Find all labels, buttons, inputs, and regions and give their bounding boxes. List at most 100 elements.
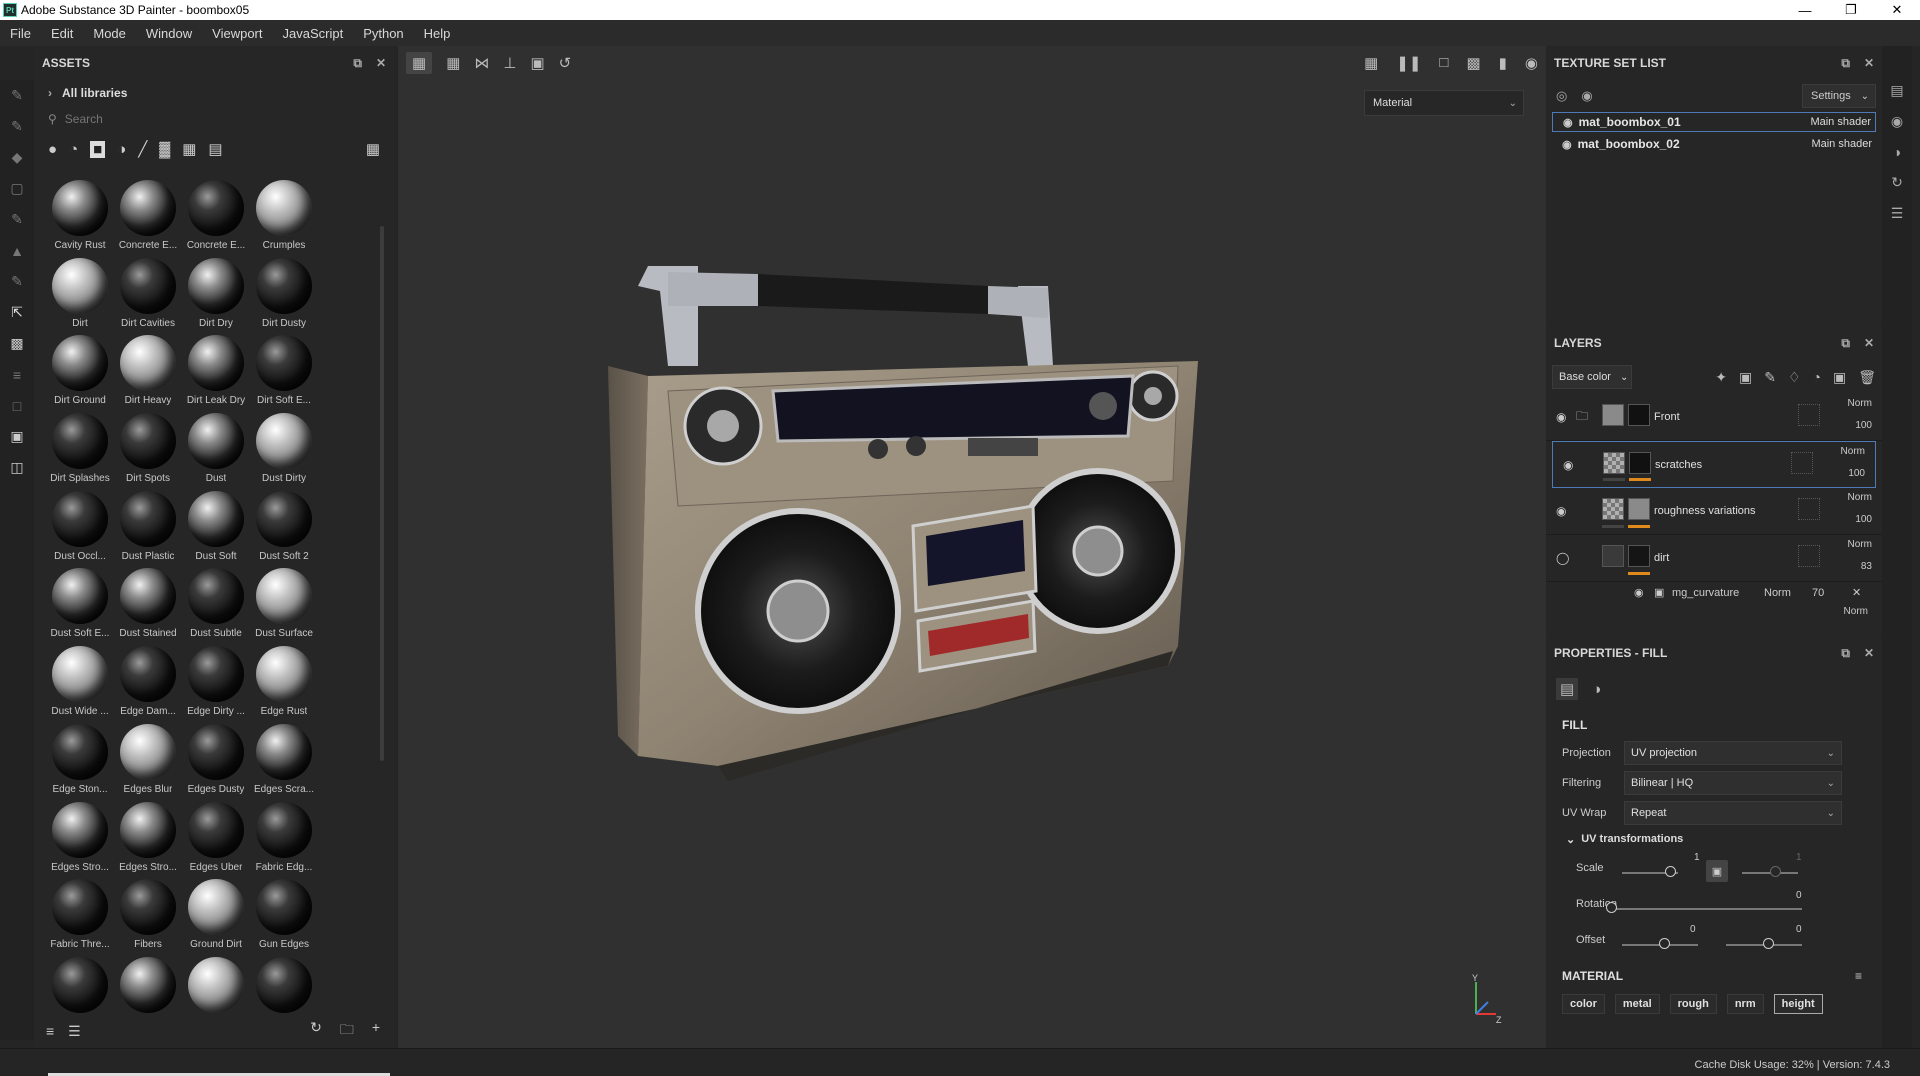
shader-settings-icon[interactable]: ◑ <box>1893 144 1901 160</box>
history-panel-icon[interactable]: ↻ <box>1891 174 1903 191</box>
layer-name[interactable]: roughness variations <box>1654 505 1756 517</box>
channel-select[interactable]: Base color ⌄ <box>1552 365 1632 389</box>
layer-stack-icon[interactable]: ◫ <box>0 452 34 483</box>
add-paint-layer-icon[interactable]: ✎ <box>1764 369 1776 386</box>
hide-all-icon[interactable]: ◎ <box>1556 88 1567 104</box>
layer-row[interactable]: ◯ dirt Norm 83 <box>1546 535 1882 582</box>
asset-thumbnail[interactable]: Dust Soft E... <box>46 566 114 644</box>
asset-thumbnail[interactable]: Dirt Dusty <box>250 256 318 334</box>
asset-thumbnail[interactable]: Edges Stro... <box>114 800 182 878</box>
menu-mode[interactable]: Mode <box>83 26 136 41</box>
layer-row[interactable]: ◉ roughness variations Norm 100 <box>1546 488 1882 535</box>
search-input[interactable] <box>64 112 345 126</box>
texture-set-row[interactable]: ◉ mat_boombox_01 Main shader <box>1552 112 1876 132</box>
asset-thumbnail[interactable]: Concrete E... <box>114 178 182 256</box>
asset-thumbnail[interactable]: Dirt Soft E... <box>250 333 318 411</box>
eye-off-icon[interactable]: ◯ <box>1556 551 1569 565</box>
filters-filter-icon[interactable]: ◑ <box>117 141 126 158</box>
camera-icon[interactable]: ▮ <box>1499 54 1507 72</box>
asset-thumbnail[interactable]: Fabric Thre... <box>46 877 114 955</box>
channel-metal-button[interactable]: metal <box>1614 994 1660 1014</box>
asset-thumbnail[interactable]: Edges Dusty <box>182 722 250 800</box>
particles-filter-icon[interactable]: ▓ <box>159 141 170 158</box>
view-2d-icon[interactable]: □ <box>1439 54 1448 72</box>
menu-help[interactable]: Help <box>414 26 461 41</box>
asset-thumbnail[interactable]: Dust Subtle <box>182 566 250 644</box>
color-picker-icon[interactable]: ✎ <box>0 266 34 297</box>
channel-nrm-button[interactable]: nrm <box>1726 994 1764 1014</box>
delete-icon[interactable]: 🗑 <box>1858 369 1876 386</box>
align-icon[interactable]: ⊥ <box>503 54 516 72</box>
asset-thumbnail[interactable]: Gun Edges <box>250 877 318 955</box>
paint-brush-icon[interactable]: ✎ <box>0 80 34 111</box>
add-folder-icon[interactable]: ▣ <box>1833 369 1846 386</box>
lock-icon[interactable]: ▣ <box>1706 860 1728 882</box>
texture-set-shader[interactable]: Main shader <box>1810 116 1871 128</box>
asset-thumbnail[interactable] <box>250 955 318 1018</box>
smart-masks-filter-icon[interactable]: ■ <box>90 140 106 158</box>
viewport-3d[interactable]: ▦ ▦ ⋈ ⊥ ▣ ↺ ▦ ❚❚ □ ▩ ▮ ◉ Material ⌄ Y Z <box>398 46 1546 1048</box>
sort-icon[interactable]: ≡ <box>46 1023 54 1039</box>
rotation-value[interactable]: 0 <box>1796 890 1802 901</box>
sublayer-blend-mode[interactable]: Norm <box>1764 587 1791 599</box>
layer-opacity[interactable]: 100 <box>1848 468 1865 479</box>
menu-icon[interactable]: ≡ <box>1855 969 1862 983</box>
log-icon[interactable]: ☰ <box>1891 205 1904 222</box>
menu-window[interactable]: Window <box>136 26 202 41</box>
history-icon[interactable]: ↺ <box>559 54 572 72</box>
scale-slider-handle[interactable] <box>1665 866 1676 877</box>
close-icon[interactable]: ✕ <box>1852 586 1861 599</box>
eye-icon[interactable]: ◉ <box>1556 410 1566 424</box>
channel-height-button[interactable]: height <box>1773 994 1823 1014</box>
layer-name[interactable]: scratches <box>1655 459 1702 471</box>
asset-thumbnail[interactable]: Edge Rust <box>250 644 318 722</box>
asset-thumbnail[interactable]: Fabric Edg... <box>250 800 318 878</box>
add-fill-layer-icon[interactable]: ♢ <box>1788 369 1801 386</box>
layer-blend-mode[interactable]: Norm <box>1848 398 1872 409</box>
uv-transformations-toggle[interactable]: ⌄ UV transformations <box>1546 828 1882 850</box>
projection-icon[interactable]: ◆ <box>0 142 34 173</box>
list-view-icon[interactable]: ☰ <box>68 1023 81 1040</box>
uv-tile-icon[interactable]: ▦ <box>406 52 433 74</box>
add-effect-icon[interactable]: ✦ <box>1715 369 1727 386</box>
eye-icon[interactable]: ◉ <box>1562 138 1572 151</box>
grid-view-icon[interactable]: ▦ <box>366 140 380 158</box>
library-selector[interactable]: › All libraries <box>34 80 394 106</box>
layer-name[interactable]: Front <box>1654 411 1680 423</box>
asset-thumbnail[interactable]: Edges Stro... <box>46 800 114 878</box>
add-smart-material-icon[interactable]: ◔ <box>1813 369 1821 386</box>
asset-thumbnail[interactable] <box>46 955 114 1018</box>
texture-set-shader[interactable]: Main shader <box>1811 138 1872 150</box>
layer-blend-mode[interactable]: Norm <box>1848 492 1872 503</box>
scale-v-slider-handle[interactable] <box>1770 866 1781 877</box>
layer-row[interactable]: ◉ 🗀 Front Norm 100 <box>1546 394 1882 441</box>
texture-set-row[interactable]: ◉ mat_boombox_02 Main shader <box>1552 134 1876 154</box>
layer-blend-mode[interactable]: Norm <box>1841 446 1865 457</box>
eye-icon[interactable]: ◉ <box>1556 504 1566 518</box>
asset-thumbnail[interactable]: Dust Soft <box>182 489 250 567</box>
eraser-icon[interactable]: ✎ <box>0 111 34 142</box>
uvwrap-select[interactable]: Repeat ⌄ <box>1624 801 1842 825</box>
textures-filter-icon[interactable]: ▦ <box>182 140 196 158</box>
sublayer-row[interactable]: ◉ ▣ mg_curvature Norm 70 ✕ <box>1546 582 1882 604</box>
material-tab-icon[interactable]: ◑ <box>1592 681 1601 698</box>
layer-opacity[interactable]: 100 <box>1855 514 1872 525</box>
layer-opacity[interactable]: 100 <box>1855 420 1872 431</box>
assets-scrollbar[interactable] <box>380 226 384 761</box>
materials-filter-icon[interactable]: ● <box>48 141 57 158</box>
asset-thumbnail[interactable] <box>182 955 250 1018</box>
layer-name[interactable]: dirt <box>1654 552 1669 564</box>
asset-thumbnail[interactable]: Dirt Splashes <box>46 411 114 489</box>
asset-thumbnail[interactable]: Fibers <box>114 877 182 955</box>
maximize-icon[interactable]: ❐ <box>1828 0 1874 20</box>
asset-thumbnail[interactable]: Dust Surface <box>250 566 318 644</box>
asset-thumbnail[interactable]: Dirt Leak Dry <box>182 333 250 411</box>
eye-icon[interactable]: ◉ <box>1563 116 1573 129</box>
asset-thumbnail[interactable]: Edges Blur <box>114 722 182 800</box>
asset-thumbnail[interactable]: Concrete E... <box>182 178 250 256</box>
display-mode-select[interactable]: Material ⌄ <box>1364 90 1524 116</box>
symmetry-icon[interactable]: ⋈ <box>474 54 489 72</box>
asset-thumbnail[interactable]: Dust Plastic <box>114 489 182 567</box>
export-icon[interactable]: ▣ <box>0 421 34 452</box>
float-icon[interactable]: ⧉ <box>1841 336 1850 351</box>
